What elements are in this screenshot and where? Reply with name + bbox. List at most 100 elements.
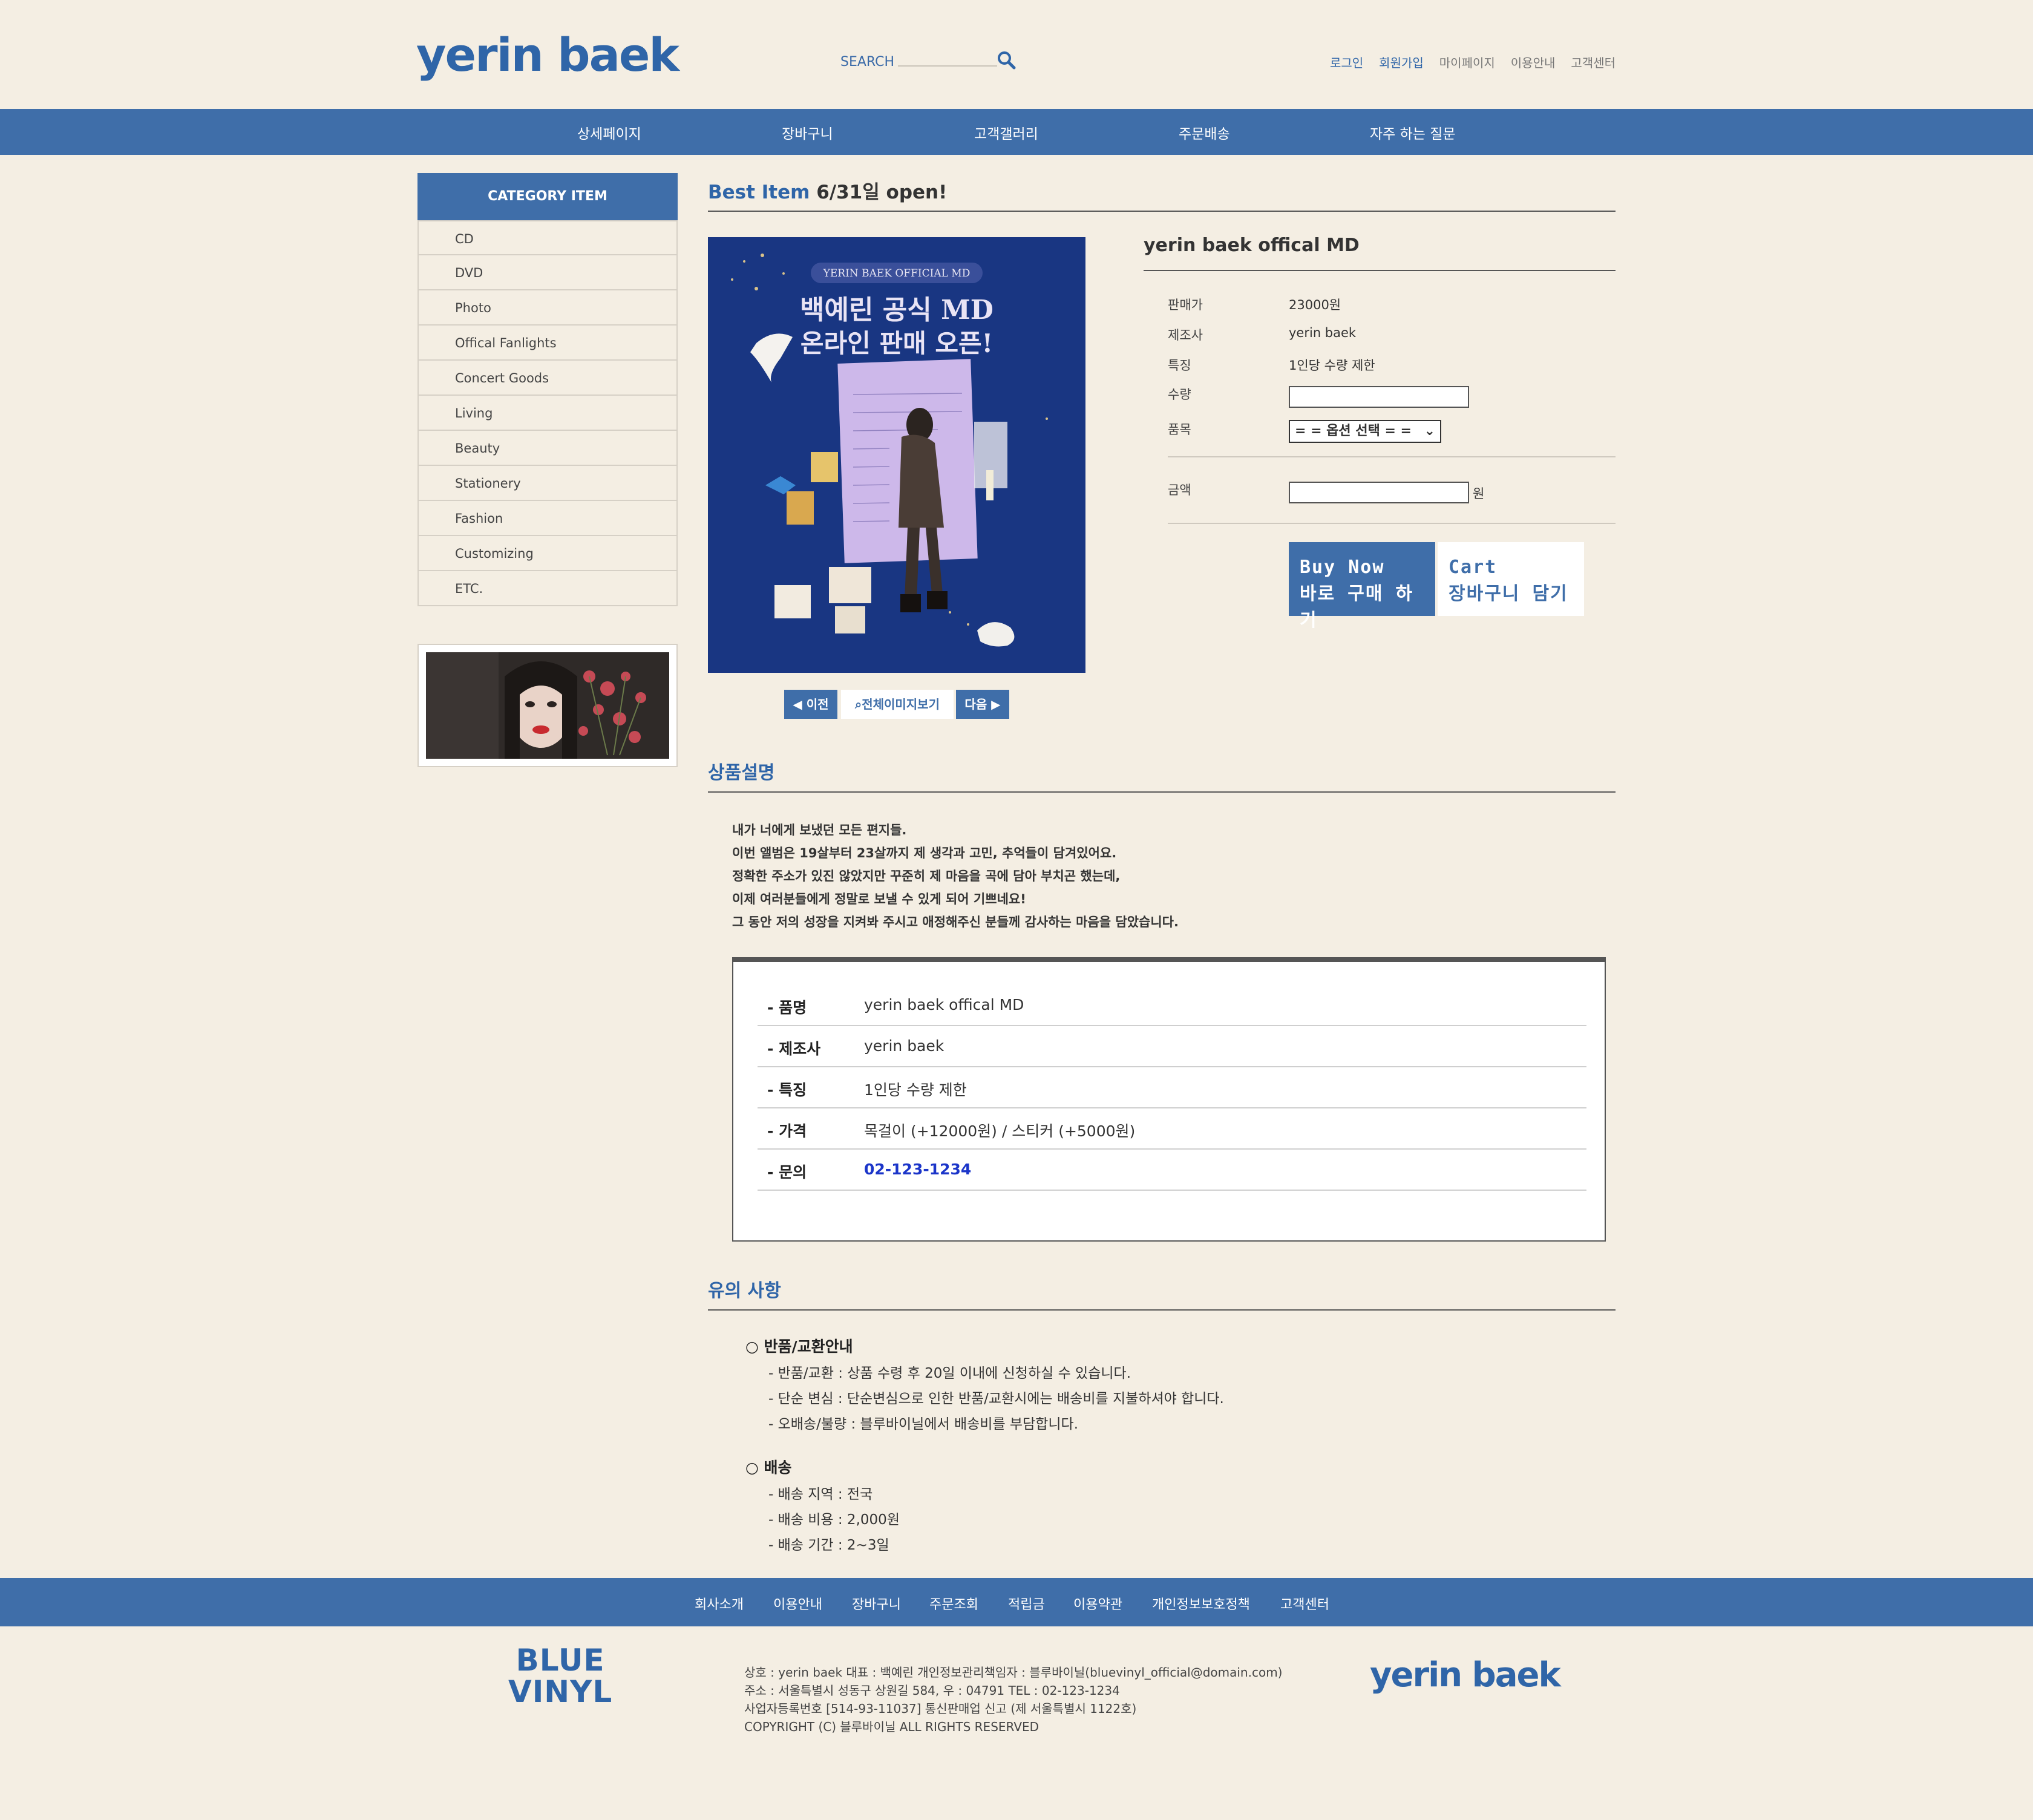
blue-vinyl-logo[interactable]: BLUE VINYL [508, 1645, 612, 1707]
side-banner-photo [426, 652, 669, 759]
category-item-concert-goods[interactable]: Concert Goods [417, 361, 678, 396]
option-select-value: = = 옵션 선택 = = [1295, 424, 1412, 439]
buy-now-sublabel: 바로 구매 하기 [1300, 583, 1414, 631]
guide-link[interactable]: 이용안내 [1511, 56, 1556, 70]
mypage-link[interactable]: 마이페이지 [1439, 56, 1495, 70]
description-line: 이제 여러분들에게 정말로 보낼 수 있게 되어 기쁘네요! [732, 892, 1026, 906]
shipping-line: - 배송 기간 : 2~3일 [768, 1537, 889, 1553]
poster-title: 백예린 공식 MD [800, 295, 994, 326]
spec-value: 목걸이 (+12000원) / 스티커 (+5000원) [864, 1122, 1136, 1140]
footer-link-order-lookup[interactable]: 주문조회 [929, 1594, 978, 1613]
description-title: 상품설명 [708, 762, 775, 784]
main-nav: 상세페이지 장바구니 고객갤러리 주문배송 자주 하는 질문 [0, 109, 2033, 155]
spec-row: - 가격 목걸이 (+12000원) / 스티커 (+5000원) [758, 1107, 1586, 1150]
feature-label: 특징 [1168, 358, 1191, 373]
search-input[interactable] [898, 50, 997, 67]
category-item-fanlights[interactable]: Offical Fanlights [417, 326, 678, 361]
spec-table: - 품명 yerin baek offical MD - 제조사 yerin b… [732, 957, 1606, 1242]
price-value: 23000원 [1289, 298, 1341, 312]
footer-link-support[interactable]: 고객센터 [1280, 1594, 1329, 1613]
site-logo[interactable]: yerin baek [416, 28, 679, 82]
footer-link-privacy[interactable]: 개인정보보호정책 [1152, 1594, 1250, 1613]
footer-logo[interactable]: yerin baek [1370, 1655, 1561, 1695]
maker-label: 제조사 [1168, 328, 1203, 342]
search-label: SEARCH [840, 54, 895, 70]
nav-item-detail[interactable]: 상세페이지 [577, 122, 641, 143]
quantity-input[interactable] [1289, 386, 1469, 408]
amount-input[interactable] [1289, 482, 1469, 503]
amount-label: 금액 [1168, 483, 1191, 497]
signup-link[interactable]: 회원가입 [1379, 56, 1424, 70]
add-to-cart-button[interactable]: Cart 장바구니 담기 [1438, 542, 1584, 616]
nav-item-gallery[interactable]: 고객갤러리 [974, 122, 1038, 143]
side-banner[interactable] [417, 644, 678, 767]
option-select[interactable]: = = 옵션 선택 = = ⌄ [1289, 420, 1441, 443]
nav-item-faq[interactable]: 자주 하는 질문 [1370, 122, 1456, 143]
poster-badge: YERIN BAEK OFFICIAL MD [823, 267, 971, 280]
prev-image-button[interactable]: ◀ 이전 [784, 690, 837, 719]
category-item-customizing[interactable]: Customizing [417, 536, 678, 571]
divider [708, 1309, 1616, 1311]
footer-link-guide[interactable]: 이용안내 [773, 1594, 822, 1613]
spec-key: - 문의 [767, 1164, 807, 1181]
support-link[interactable]: 고객센터 [1571, 56, 1616, 70]
login-link[interactable]: 로그인 [1330, 56, 1363, 70]
poster-subtitle: 온라인 판매 오픈! [800, 329, 993, 358]
next-image-button[interactable]: 다음 ▶ [956, 690, 1009, 719]
footer-nav: 회사소개 이용안내 장바구니 주문조회 적립금 이용약관 개인정보보호정책 고객… [0, 1578, 2033, 1626]
spec-key: - 품명 [767, 999, 807, 1016]
footer-link-points[interactable]: 적립금 [1008, 1594, 1045, 1613]
maker-value: yerin baek [1289, 326, 1357, 340]
divider [1168, 523, 1616, 524]
category-item-stationery[interactable]: Stationery [417, 466, 678, 501]
search-icon[interactable] [996, 50, 1016, 70]
return-line: - 오배송/불량 : 블루바이닐에서 배송비를 부담합니다. [768, 1416, 1079, 1432]
spec-value: 1인당 수량 제한 [864, 1081, 967, 1099]
buy-now-button[interactable]: Buy Now 바로 구매 하기 [1289, 542, 1435, 631]
magnifier-icon: ⌕ [854, 697, 862, 712]
cart-label: Cart [1449, 557, 1498, 578]
divider [708, 791, 1616, 793]
blue-vinyl-logo-line: VINYL [508, 1674, 613, 1709]
best-item-label: Best Item [708, 182, 810, 203]
spec-row: - 특징 1인당 수량 제한 [758, 1066, 1586, 1108]
feature-value: 1인당 수량 제한 [1289, 358, 1375, 373]
description-line: 그 동안 저의 성장을 지켜봐 주시고 애정해주신 분들께 감사하는 마음을 담… [732, 915, 1179, 929]
divider [1168, 456, 1616, 457]
description-line: 이번 앨범은 19살부터 23살까지 제 생각과 고민, 추억들이 담겨있어요. [732, 846, 1117, 860]
contact-phone-link[interactable]: 02-123-1234 [864, 1160, 971, 1178]
category-item-fashion[interactable]: Fashion [417, 501, 678, 536]
category-item-dvd[interactable]: DVD [417, 255, 678, 290]
shipping-heading: ○ 배송 [745, 1459, 792, 1476]
shipping-line: - 배송 지역 : 전국 [768, 1487, 873, 1502]
nav-item-order[interactable]: 주문배송 [1179, 122, 1230, 143]
page: yerin baek SEARCH 로그인 회원가입 마이페이지 이용안내 고객센터 상… [0, 0, 2033, 1820]
category-item-living[interactable]: Living [417, 396, 678, 431]
category-item-photo[interactable]: Photo [417, 290, 678, 326]
divider [708, 211, 1616, 212]
best-item-title: Best Item 6/31일 open! [708, 177, 947, 204]
nav-item-cart[interactable]: 장바구니 [782, 122, 833, 143]
spec-value: yerin baek offical MD [864, 996, 1024, 1013]
footer-link-cart[interactable]: 장바구니 [852, 1594, 901, 1613]
spec-key: - 특징 [767, 1081, 807, 1099]
footer-link-terms[interactable]: 이용약관 [1073, 1594, 1122, 1613]
description-line: 내가 너에게 보냈던 모든 편지들. [732, 823, 907, 837]
blue-vinyl-logo-line: BLUE [516, 1643, 605, 1678]
spec-row: - 제조사 yerin baek [758, 1025, 1586, 1067]
top-links: 로그인 회원가입 마이페이지 이용안내 고객센터 [1314, 53, 1616, 71]
view-all-images-button[interactable]: ⌕전체이미지보기 [841, 690, 954, 719]
category-item-etc[interactable]: ETC. [417, 571, 678, 606]
footer-link-company[interactable]: 회사소개 [695, 1594, 744, 1613]
spec-row: - 품명 yerin baek offical MD [758, 984, 1586, 1026]
divider [1144, 270, 1616, 271]
category-item-cd[interactable]: CD [417, 220, 678, 255]
view-all-label: 전체이미지보기 [862, 697, 940, 712]
product-image[interactable]: YERIN BAEK OFFICIAL MD 백예린 공식 MD 온라인 판매 … [708, 237, 1085, 673]
category-item-beauty[interactable]: Beauty [417, 431, 678, 466]
category-list: CD DVD Photo Offical Fanlights Concert G… [417, 220, 678, 606]
won-unit: 원 [1473, 486, 1485, 501]
spec-key: - 제조사 [767, 1040, 821, 1058]
chevron-down-icon: ⌄ [1424, 424, 1435, 439]
price-label: 판매가 [1168, 298, 1203, 312]
